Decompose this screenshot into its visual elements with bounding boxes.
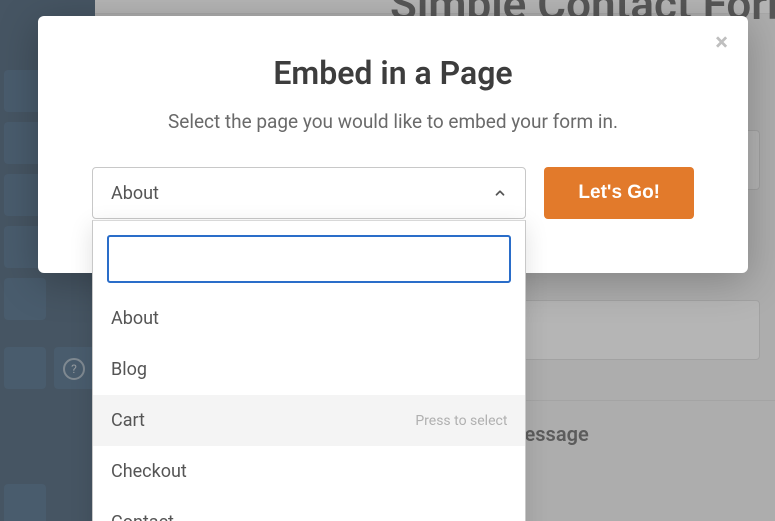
page-select-trigger[interactable]: About [92,167,526,219]
page-select-value: About [111,183,159,204]
page-select-dropdown: About Blog Cart Press to select Checkout Cont… [92,220,526,521]
dropdown-item-hint: Press to select [415,413,507,429]
close-button[interactable]: × [715,30,728,54]
dropdown-item-label: Contact [111,512,174,521]
controls-row: About AboutBlogCartPress to selectChecko… [92,167,694,219]
dropdown-item[interactable]: Checkout [93,446,525,497]
dropdown-item-label: About [111,308,159,329]
close-icon: × [715,28,728,56]
chevron-up-icon [493,186,507,200]
dropdown-item[interactable]: Contact [93,497,525,521]
modal-title: Embed in a Page [92,54,694,92]
lets-go-button[interactable]: Let's Go! [544,167,694,219]
dropdown-item[interactable]: About [93,293,525,344]
dropdown-item-label: Checkout [111,461,187,482]
dropdown-item[interactable]: Cart Press to select [93,395,525,446]
dropdown-search-input[interactable] [107,235,511,283]
dropdown-item[interactable]: Blog [93,344,525,395]
modal-subtitle: Select the page you would like to embed … [92,110,694,133]
dropdown-item-label: Blog [111,359,147,380]
dropdown-item-label: Cart [111,410,145,431]
page-select: About AboutBlogCartPress to selectChecko… [92,167,526,219]
embed-modal: × Embed in a Page Select the page you wo… [38,16,748,273]
